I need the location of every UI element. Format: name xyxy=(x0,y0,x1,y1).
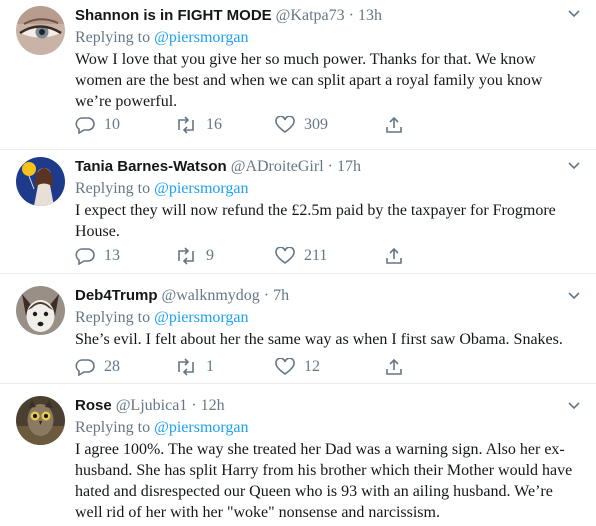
tweet[interactable]: Tania Barnes-Watson @ADroiteGirl · 17h R… xyxy=(0,150,596,274)
separator-dot: · xyxy=(263,287,270,304)
retweet-icon xyxy=(178,116,194,134)
share-icon xyxy=(386,247,402,264)
tweet-text: I expect they will now refund the £2.5m … xyxy=(75,202,556,240)
share-button[interactable] xyxy=(385,356,415,378)
heart-icon xyxy=(275,116,295,133)
retweet-button[interactable]: 16 xyxy=(175,114,275,136)
reply-button[interactable]: 28 xyxy=(75,356,175,378)
like-button[interactable]: 309 xyxy=(275,114,375,136)
reply-count: 13 xyxy=(104,247,120,264)
tweet-text: She’s evil. I felt about her the same wa… xyxy=(75,331,563,348)
tweet-actions: 10 16 309 xyxy=(75,114,505,136)
user-handle[interactable]: @Ljubica1 xyxy=(116,397,188,414)
reply-button[interactable]: 13 xyxy=(75,245,175,267)
like-count: 309 xyxy=(304,116,328,133)
tweet[interactable]: Rose @Ljubica1 · 12h Replying to @piersm… xyxy=(0,384,596,526)
like-button[interactable]: 12 xyxy=(275,356,375,378)
replying-to: Replying to @piersmorgan xyxy=(75,178,582,199)
replying-to-label: Replying to xyxy=(75,29,151,46)
chevron-down-icon[interactable] xyxy=(568,10,580,18)
replying-to: Replying to @piersmorgan xyxy=(75,417,582,438)
user-handle[interactable]: @walknmydog xyxy=(162,287,260,304)
replying-to-label: Replying to xyxy=(75,309,151,326)
like-button[interactable]: 211 xyxy=(275,245,375,267)
reply-count: 28 xyxy=(104,358,120,375)
share-button[interactable] xyxy=(385,245,415,267)
display-name[interactable]: Rose xyxy=(75,397,112,414)
chevron-down-icon[interactable] xyxy=(568,162,580,170)
eye-closeup-avatar[interactable] xyxy=(16,6,65,55)
replying-to: Replying to @piersmorgan xyxy=(75,307,582,328)
replying-to: Replying to @piersmorgan xyxy=(75,27,582,48)
like-count: 12 xyxy=(304,358,320,375)
separator-dot: · xyxy=(191,397,197,414)
mention-link[interactable]: @piersmorgan xyxy=(154,29,248,46)
retweet-icon xyxy=(178,358,194,376)
owl-avatar[interactable] xyxy=(16,396,65,445)
chevron-down-icon[interactable] xyxy=(568,402,580,410)
retweet-button[interactable]: 9 xyxy=(175,245,275,267)
heart-icon xyxy=(275,247,295,264)
timestamp[interactable]: 17h xyxy=(337,158,361,175)
display-name[interactable]: Tania Barnes-Watson xyxy=(75,158,227,175)
like-count: 211 xyxy=(304,247,328,264)
tweet-text: Wow I love that you give her so much pow… xyxy=(75,51,543,110)
tweet[interactable]: Deb4Trump @walknmydog · 7h Replying to @… xyxy=(0,274,596,384)
dog-avatar[interactable] xyxy=(16,286,65,335)
share-button[interactable] xyxy=(385,114,415,136)
reply-count: 10 xyxy=(104,116,120,133)
tweet-actions: 13 9 211 xyxy=(75,245,505,267)
timestamp[interactable]: 12h xyxy=(201,397,225,414)
retweet-count: 1 xyxy=(206,358,214,375)
reply-icon xyxy=(75,359,95,376)
mention-link[interactable]: @piersmorgan xyxy=(154,419,248,436)
heart-icon xyxy=(275,358,295,375)
timestamp[interactable]: 7h xyxy=(273,287,289,304)
display-name[interactable]: Deb4Trump xyxy=(75,287,158,304)
user-handle[interactable]: @Katpa73 xyxy=(276,7,345,24)
replying-to-label: Replying to xyxy=(75,419,151,436)
reply-icon xyxy=(75,117,95,134)
retweet-icon xyxy=(178,247,194,265)
replying-to-label: Replying to xyxy=(75,180,151,197)
share-icon xyxy=(386,116,402,133)
mention-link[interactable]: @piersmorgan xyxy=(154,180,248,197)
tweet-text: I agree 100%. The way she treated her Da… xyxy=(75,441,573,521)
tweet[interactable]: Shannon is in FIGHT MODE @Katpa73 · 13h … xyxy=(0,0,596,150)
chevron-down-icon[interactable] xyxy=(568,292,580,300)
mention-link[interactable]: @piersmorgan xyxy=(154,309,248,326)
timestamp[interactable]: 13h xyxy=(358,7,382,24)
separator-dot: · xyxy=(348,7,354,24)
display-name[interactable]: Shannon is in FIGHT MODE xyxy=(75,7,272,24)
reply-button[interactable]: 10 xyxy=(75,114,175,136)
retweet-count: 9 xyxy=(206,247,214,264)
woman-with-balloon-avatar[interactable] xyxy=(16,157,65,206)
tweet-actions: 28 1 12 xyxy=(75,356,505,378)
user-handle[interactable]: @ADroiteGirl xyxy=(231,158,324,175)
reply-icon xyxy=(75,248,95,265)
share-icon xyxy=(386,358,402,375)
retweet-count: 16 xyxy=(206,116,222,133)
retweet-button[interactable]: 1 xyxy=(175,356,275,378)
separator-dot: · xyxy=(327,158,333,175)
